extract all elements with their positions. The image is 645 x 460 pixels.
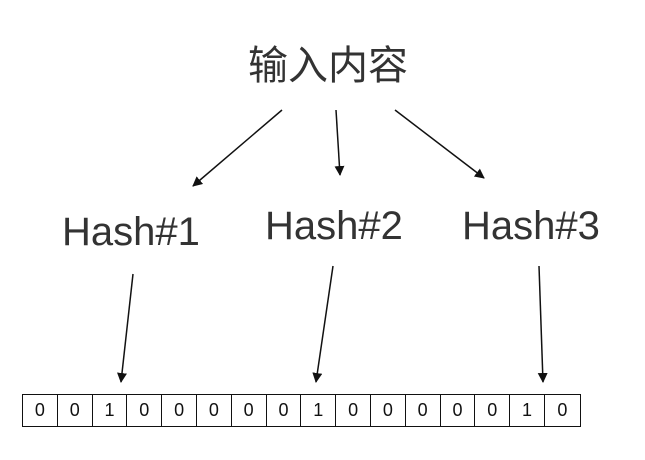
bit-cell: 0 <box>475 395 511 426</box>
arrows-layer <box>117 109 548 383</box>
bit-cell: 0 <box>127 395 163 426</box>
arrow-hash-3-to-bit <box>537 265 548 383</box>
bit-cell: 0 <box>267 395 302 426</box>
arrow-input-to-hash-2 <box>334 109 345 176</box>
bit-cell: 0 <box>23 395 58 426</box>
bit-cell: 0 <box>441 395 476 426</box>
arrow-input-to-hash-3 <box>394 109 485 179</box>
bit-cell: 0 <box>406 395 441 426</box>
bit-cell: 0 <box>58 395 93 426</box>
bit-cell: 0 <box>197 395 232 426</box>
bit-cell: 0 <box>557 400 568 420</box>
bit-cell: 1 <box>301 395 337 426</box>
bit-array: 0 0 1 0 0 0 0 0 1 0 0 0 0 0 1 0 <box>22 394 581 427</box>
arrow-input-to-hash-1 <box>192 109 283 187</box>
bit-cell: 0 <box>232 395 267 426</box>
arrow-hash-1-to-bit <box>117 273 134 383</box>
bit-cell: 1 <box>93 395 128 426</box>
bit-cell: 0 <box>371 395 406 426</box>
bit-cell: 1 <box>510 395 545 426</box>
bit-cell: 0 <box>336 395 371 426</box>
bit-cell: 0 <box>162 395 197 426</box>
arrow-hash-2-to-bit <box>312 265 334 383</box>
